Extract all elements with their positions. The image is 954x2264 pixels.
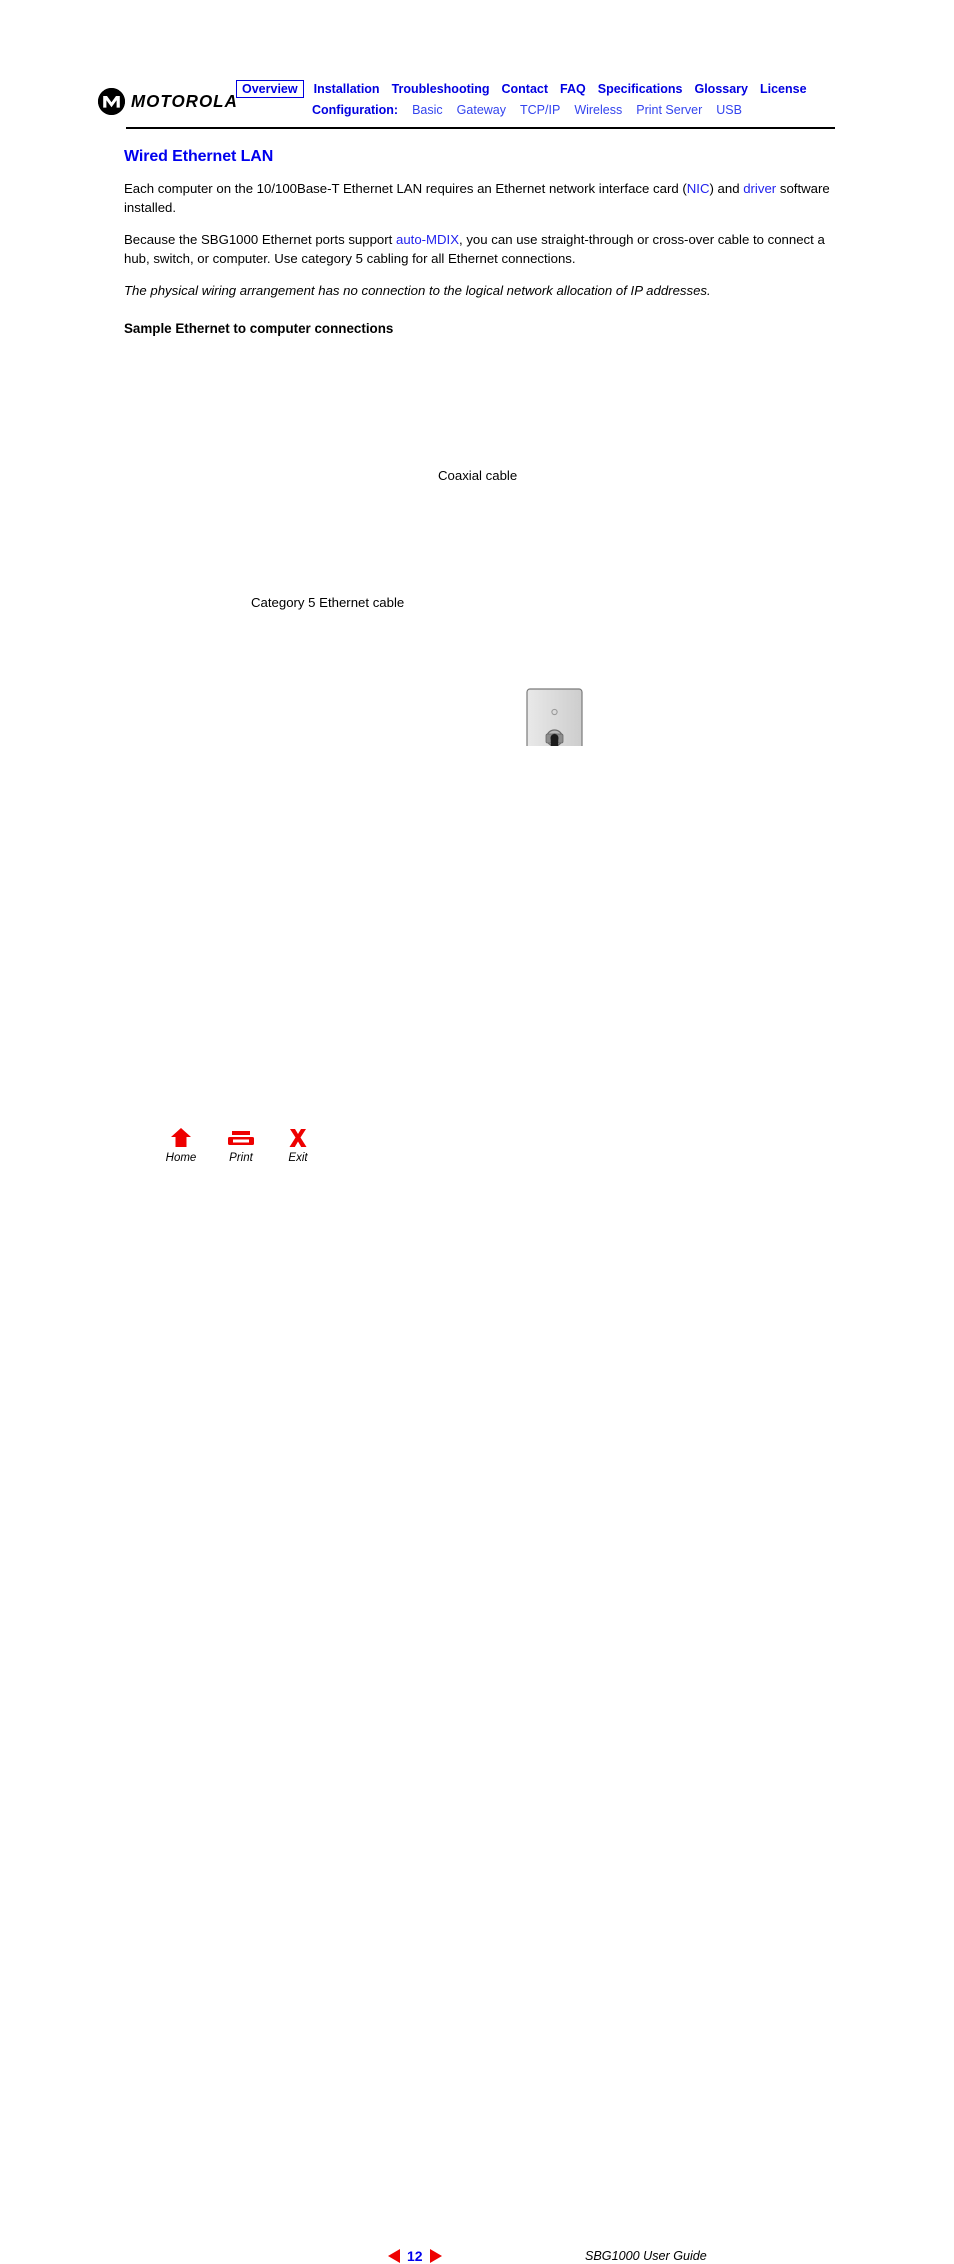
link-driver[interactable]: driver [743,181,776,196]
nav-item-specifications[interactable]: Specifications [592,82,689,96]
article-content: Wired Ethernet LAN Each computer on the … [124,148,836,336]
para1-text-b: ) and [709,181,744,196]
exit-label: Exit [288,1152,308,1164]
para1-text-a: Each computer on the 10/100Base-T Ethern… [124,181,687,196]
para2-text-a: Because the SBG1000 Ethernet ports suppo… [124,232,396,248]
page-number: 12 [407,2248,423,2264]
nav-config-tcpip[interactable]: TCP/IP [513,103,567,117]
nav-item-contact[interactable]: Contact [496,82,555,96]
guide-title: SBG1000 User Guide [585,2249,707,2263]
label-coaxial-cable: Coaxial cable [438,468,518,483]
print-button[interactable]: Print [209,1122,273,1166]
page-title: Wired Ethernet LAN [124,148,274,165]
nav-config-usb[interactable]: USB [709,103,749,117]
network-diagram: Coaxial cable Category 5 Ethernet cable [0,336,954,1059]
exit-button[interactable]: Exit [266,1122,330,1166]
paragraph-automdix: Because the SBG1000 Ethernet ports suppo… [124,231,836,268]
nav-primary-row: Overview Installation Troubleshooting Co… [236,80,836,98]
page-navigation: 12 [388,2248,442,2264]
nav-item-license[interactable]: License [754,82,813,96]
link-auto-mdix[interactable]: auto-MDIX [396,232,459,247]
nav-config-label: Configuration: [312,103,399,117]
nav-item-faq[interactable]: FAQ [554,82,592,96]
triangle-right-icon[interactable] [429,2249,442,2263]
motorola-logo: MOTOROLA [98,88,238,115]
motorola-batwing-icon [98,88,125,115]
paragraph-note: The physical wiring arrangement has no c… [124,283,711,299]
page-header: MOTOROLA Overview Installation Troublesh… [0,0,954,130]
navigation-bar: Overview Installation Troubleshooting Co… [236,80,836,117]
network-diagram-svg [217,688,751,1059]
header-divider [126,127,835,129]
home-button[interactable]: Home [149,1122,213,1166]
brand-wordmark: MOTOROLA [131,91,238,111]
nav-item-troubleshooting[interactable]: Troubleshooting [386,82,496,96]
nav-config-print-server[interactable]: Print Server [629,103,709,117]
nav-item-glossary[interactable]: Glossary [688,82,754,96]
nav-item-installation[interactable]: Installation [308,82,386,96]
nav-config-row: Configuration: Basic Gateway TCP/IP Wire… [236,103,836,117]
print-label: Print [229,1152,253,1164]
nav-config-basic[interactable]: Basic [405,103,450,117]
nav-config-wireless[interactable]: Wireless [567,103,629,117]
page-footer: Home Print Exit 12 SBG1000 User Guide [0,1118,954,2264]
paragraph-nic: Each computer on the 10/100Base-T Ethern… [124,180,836,217]
nav-config-gateway[interactable]: Gateway [450,103,513,117]
close-x-icon [266,1122,330,1148]
home-icon [149,1122,213,1148]
subheading-sample-connections: Sample Ethernet to computer connections [124,320,394,336]
link-nic[interactable]: NIC [687,181,710,196]
printer-icon [209,1122,273,1148]
home-label: Home [165,1152,197,1164]
nav-item-overview[interactable]: Overview [236,80,304,98]
page-root: MOTOROLA Overview Installation Troublesh… [0,0,954,2264]
triangle-left-icon[interactable] [388,2249,400,2263]
label-category5-ethernet-cable: Category 5 Ethernet cable [251,595,405,610]
